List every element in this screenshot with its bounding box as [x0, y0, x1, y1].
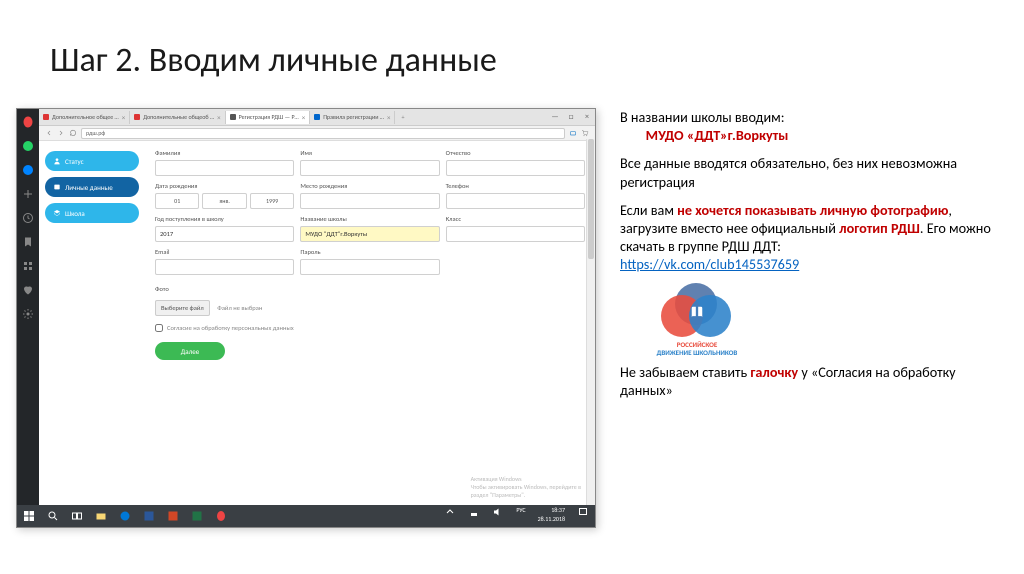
min-button[interactable]: — — [547, 112, 563, 122]
new-tab-button[interactable]: + — [395, 111, 410, 123]
screenshot-container: Дополнительное общее …× Дополнительные о… — [16, 108, 596, 528]
task-view-icon[interactable] — [70, 509, 84, 523]
browser-tab[interactable]: Дополнительное общее …× — [39, 111, 130, 124]
sidebar-item-personal[interactable]: Личные данные — [45, 177, 139, 197]
network-icon[interactable] — [467, 505, 481, 519]
input-patronymic[interactable] — [446, 160, 585, 176]
input-name[interactable] — [300, 160, 439, 176]
page-sidebar: Статус Личные данные Школа — [39, 141, 145, 505]
excel-icon[interactable] — [190, 509, 204, 523]
consent-checkbox[interactable] — [155, 324, 163, 332]
apps-icon[interactable] — [21, 259, 35, 273]
select-day[interactable]: 01 — [155, 193, 199, 209]
label-password: Пароль — [300, 248, 439, 256]
powerpoint-icon[interactable] — [166, 509, 180, 523]
input-surname[interactable] — [155, 160, 294, 176]
sidebar-item-status[interactable]: Статус — [45, 151, 139, 171]
input-class[interactable] — [446, 226, 585, 242]
browser-tab-active[interactable]: Регистрация РДШ — Р…× — [226, 111, 311, 124]
history-icon[interactable] — [21, 211, 35, 225]
tab-strip: Дополнительное общее …× Дополнительные о… — [39, 109, 595, 126]
back-icon[interactable] — [45, 129, 53, 137]
next-button[interactable]: Далее — [155, 342, 225, 360]
input-email[interactable] — [155, 259, 294, 275]
consent-row[interactable]: Согласие на обработку персональных данны… — [155, 324, 585, 332]
shopping-icon[interactable] — [581, 129, 589, 137]
input-phone[interactable] — [446, 193, 585, 209]
select-month[interactable]: янв. — [202, 193, 246, 209]
sidebar-item-school[interactable]: Школа — [45, 203, 139, 223]
scroll-thumb[interactable] — [588, 139, 594, 259]
address-bar-row: рдш.рф — [39, 126, 595, 141]
label-surname: Фамилия — [155, 149, 294, 157]
rdsh-logo: РОССИЙСКОЕДВИЖЕНИЕ ШКОЛЬНИКОВ — [632, 283, 762, 356]
label-patronymic: Отчество — [446, 149, 585, 157]
input-password[interactable] — [300, 259, 439, 275]
gear-icon[interactable] — [21, 307, 35, 321]
plus-icon[interactable] — [21, 187, 35, 201]
select-year[interactable]: 1999 — [250, 193, 294, 209]
windows-activation-watermark: Активация Windows Чтобы активировать Win… — [471, 475, 581, 499]
close-button[interactable]: × — [579, 112, 595, 122]
label-school: Название школы — [300, 215, 439, 223]
opera-icon[interactable] — [21, 115, 35, 129]
label-name: Имя — [300, 149, 439, 157]
browser-window: Дополнительное общее …× Дополнительные о… — [39, 109, 595, 505]
whatsapp-icon[interactable] — [21, 139, 35, 153]
vpn-icon[interactable] — [569, 129, 577, 137]
label-enroll-year: Год поступления в школу — [155, 215, 294, 223]
bookmark-icon[interactable] — [21, 235, 35, 249]
page-content: Статус Личные данные Школа Фамилия Имя О… — [39, 141, 595, 505]
notifications-icon[interactable] — [576, 505, 590, 519]
volume-icon[interactable] — [491, 505, 505, 519]
vk-link[interactable]: https://vk.com/club145537659 — [620, 255, 799, 273]
forward-icon[interactable] — [57, 129, 65, 137]
heart-icon[interactable] — [21, 283, 35, 297]
book-icon — [689, 304, 705, 320]
slide-title: Шаг 2. Вводим личные данные — [50, 40, 497, 81]
tray-up-icon[interactable] — [443, 505, 457, 519]
label-class: Класс — [446, 215, 585, 223]
instruction-panel: В названии школы вводим: МУДО «ДДТ»г.Вор… — [620, 108, 1000, 409]
launcher-bar — [17, 109, 39, 505]
label-birthplace: Место рождения — [300, 182, 439, 190]
file-status: Файл не выбран — [217, 304, 262, 312]
word-icon[interactable] — [142, 509, 156, 523]
input-enroll-year[interactable]: 2017 — [155, 226, 294, 242]
input-birthplace[interactable] — [300, 193, 439, 209]
browser-tab[interactable]: Дополнительные общеоб …× — [130, 111, 225, 124]
label-phone: Телефон — [446, 182, 585, 190]
label-photo: Фото — [155, 285, 585, 293]
messenger-icon[interactable] — [21, 163, 35, 177]
browser-tab[interactable]: Правила регистрации …× — [310, 111, 395, 124]
tray-lang[interactable]: РУС — [510, 505, 531, 527]
consent-label: Согласие на обработку персональных данны… — [167, 324, 294, 332]
scrollbar[interactable] — [586, 139, 595, 505]
max-button[interactable]: □ — [563, 112, 579, 122]
file-choose-button[interactable]: Выберите файл — [155, 300, 210, 316]
opera-tb-icon[interactable] — [214, 509, 228, 523]
start-button[interactable] — [22, 509, 36, 523]
tray-clock[interactable]: 18:3728.11.2018 — [532, 505, 571, 527]
windows-taskbar: РУС 18:3728.11.2018 — [17, 505, 595, 527]
label-dob: Дата рождения — [155, 182, 294, 190]
form-area: Фамилия Имя Отчество Дата рождения 01 ян… — [145, 141, 595, 505]
input-school[interactable]: МУДО "ДДТ"г.Воркуты — [300, 226, 439, 242]
school-name-highlight: МУДО «ДДТ»г.Воркуты — [646, 126, 789, 144]
address-bar[interactable]: рдш.рф — [81, 128, 565, 139]
label-email: Email — [155, 248, 294, 256]
edge-icon[interactable] — [118, 509, 132, 523]
reload-icon[interactable] — [69, 129, 77, 137]
explorer-icon[interactable] — [94, 509, 108, 523]
search-icon[interactable] — [46, 509, 60, 523]
